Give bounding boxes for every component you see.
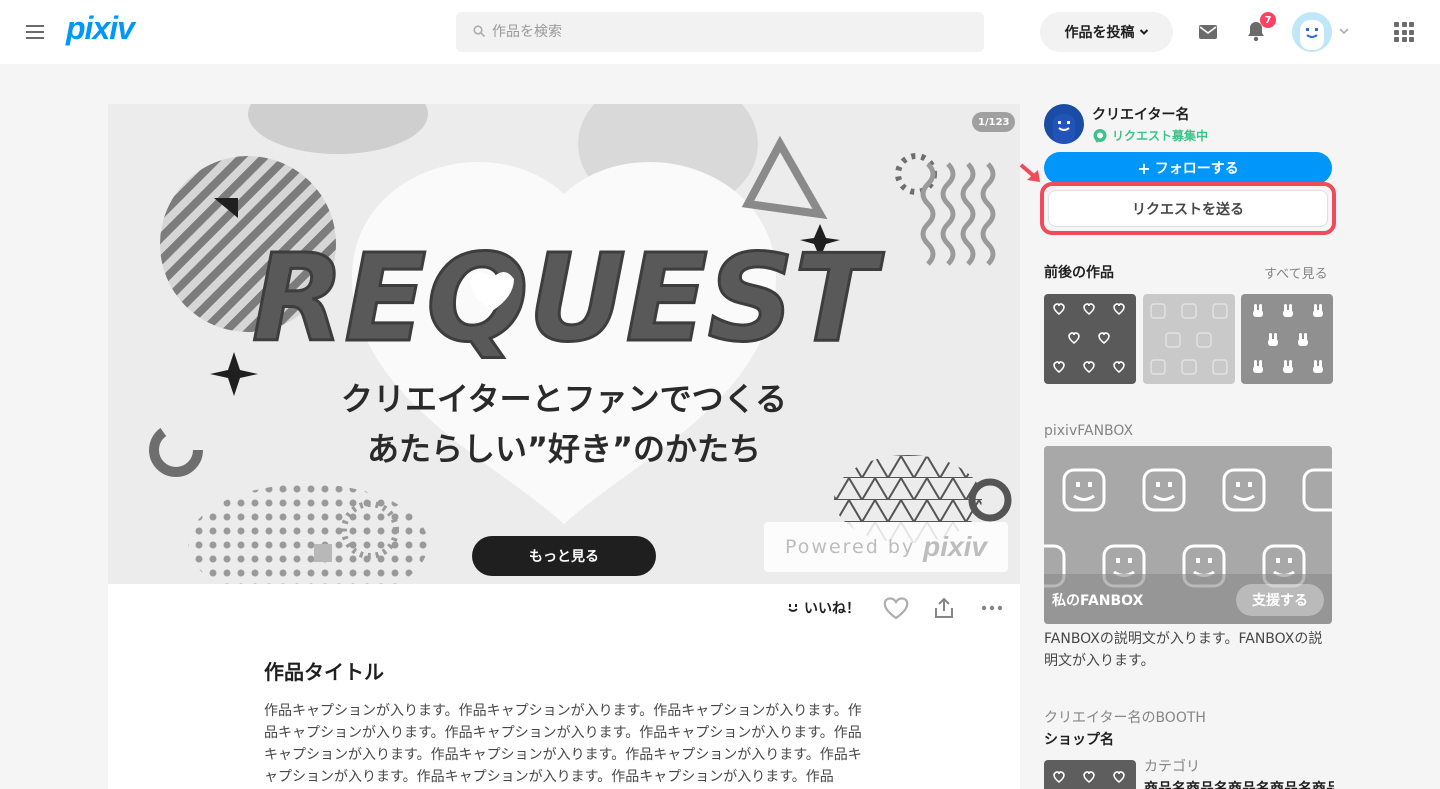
user-avatar[interactable]: [1292, 12, 1332, 52]
request-bubble-icon: [1093, 128, 1107, 143]
chevron-down-icon[interactable]: [1338, 26, 1350, 36]
request-banner-graphic: REQUEST クリエイターとファンでつくる あたらしい”好き”のかたち: [108, 104, 1020, 584]
bunny-pattern-thumbnail: [1253, 304, 1323, 373]
plus-icon: +: [1137, 158, 1151, 178]
artwork-image[interactable]: REQUEST クリエイターとファンでつくる あたらしい”好き”のかたち Pow…: [108, 104, 1020, 584]
smile-icon: [788, 604, 798, 612]
work-title: 作品タイトル: [264, 660, 384, 684]
see-more-button[interactable]: もっと見る: [472, 536, 656, 576]
search-input[interactable]: [492, 12, 972, 52]
post-work-label: 作品を投稿: [1064, 25, 1135, 41]
iine-button[interactable]: いいね！: [786, 598, 860, 618]
work-caption: 作品キャプションが入ります。作品キャプションが入ります。作品キャプションが入りま…: [264, 703, 862, 785]
booth-item-name[interactable]: 商品名商品名商品名商品名商品名: [1144, 778, 1334, 789]
banner-tagline-2: あたらしい”好き”のかたち: [367, 430, 761, 468]
iine-label: いいね！: [804, 601, 860, 617]
notification-badge: 7: [1260, 12, 1276, 28]
more-options-icon[interactable]: [980, 600, 1004, 616]
creator-name[interactable]: クリエイター名: [1092, 104, 1189, 124]
fanbox-section-title: pixivFANBOX: [1044, 423, 1134, 439]
powered-by-brand: pixiv: [923, 531, 987, 562]
related-work-thumb-prev[interactable]: [1044, 294, 1136, 384]
follow-label: フォローする: [1154, 161, 1239, 177]
fanbox-description: FANBOXの説明文が入ります。FANBOXの説明文が入ります。: [1044, 631, 1323, 669]
banner-tagline-1: クリエイターとファンでつくる: [341, 380, 787, 418]
chevron-down-icon: [1139, 29, 1148, 35]
related-work-thumb-next[interactable]: [1241, 294, 1333, 384]
search-icon: [473, 25, 485, 37]
share-icon[interactable]: [932, 596, 956, 620]
avatar-face-icon: [1300, 20, 1324, 50]
heart-pattern-thumbnail: [1053, 303, 1125, 374]
follow-button[interactable]: + フォローする: [1044, 152, 1332, 184]
artwork-panel: REQUEST クリエイターとファンでつくる あたらしい”好き”のかたち Pow…: [108, 104, 1020, 789]
send-request-button[interactable]: リクエストを送る: [1048, 190, 1328, 227]
support-button[interactable]: 支援する: [1236, 584, 1324, 616]
request-status: リクエスト募集中: [1092, 127, 1208, 144]
hamburger-menu-icon[interactable]: [26, 22, 46, 42]
pointer-arrow-icon: [1019, 163, 1040, 182]
post-work-button[interactable]: 作品を投稿: [1040, 12, 1173, 52]
face-pattern-thumbnail: [1150, 303, 1228, 375]
shop-name[interactable]: ショップ名: [1044, 729, 1114, 749]
heart-pattern-thumbnail: [1053, 771, 1125, 784]
booth-category: カテゴリ: [1144, 759, 1200, 775]
pixiv-logo[interactable]: pixiv: [66, 10, 135, 47]
page-counter: 1/123: [972, 112, 1016, 132]
see-all-link[interactable]: すべて見る: [1264, 263, 1328, 282]
creator-avatar[interactable]: [1044, 104, 1084, 144]
creator-face-icon: [1053, 114, 1075, 144]
request-status-label: リクエスト募集中: [1112, 129, 1209, 143]
apps-grid-icon[interactable]: [1394, 22, 1414, 42]
related-work-thumb-current[interactable]: [1143, 294, 1235, 384]
mail-icon[interactable]: [1198, 22, 1218, 42]
powered-by-label: Powered by: [785, 536, 916, 558]
top-header: pixiv 作品を投稿 7: [0, 0, 1440, 64]
fanbox-name: 私のFANBOX: [1052, 593, 1144, 609]
banner-headline: REQUEST: [252, 230, 884, 369]
powered-by-pixiv: Powered by pixiv: [764, 522, 1008, 572]
booth-section-title: クリエイター名のBOOTH: [1044, 710, 1206, 726]
search-bar[interactable]: [456, 12, 984, 52]
bookmark-heart-icon[interactable]: [882, 594, 910, 622]
related-works-title: 前後の作品: [1044, 265, 1114, 281]
booth-item-thumbnail[interactable]: [1044, 760, 1136, 789]
